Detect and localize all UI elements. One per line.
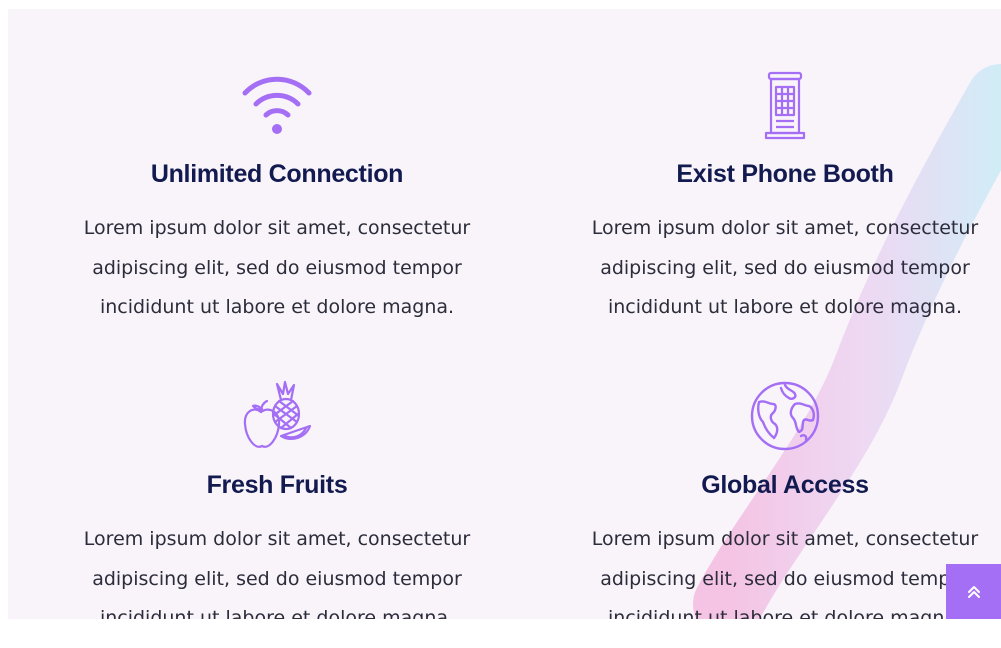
feature-title: Fresh Fruits (206, 471, 348, 499)
feature-description: Lorem ipsum dolor sit amet, consectetur … (83, 528, 471, 619)
phone-booth-icon (764, 71, 806, 140)
feature-title: Unlimited Connection (150, 160, 404, 188)
feature-title: Global Access (701, 471, 869, 499)
wifi-icon (242, 76, 312, 134)
feature-description: Lorem ipsum dolor sit amet, consectetur … (591, 217, 979, 318)
feature-description: Lorem ipsum dolor sit amet, consectetur … (591, 528, 979, 619)
scroll-to-top-button[interactable] (946, 564, 1001, 619)
features-section: Unlimited Connection Lorem ipsum dolor s… (8, 9, 1001, 619)
double-chevron-up-icon (967, 586, 980, 598)
feature-title: Exist Phone Booth (676, 160, 894, 188)
fruits-icon (243, 380, 312, 448)
feature-description: Lorem ipsum dolor sit amet, consectetur … (83, 217, 471, 318)
globe-icon (750, 381, 820, 451)
